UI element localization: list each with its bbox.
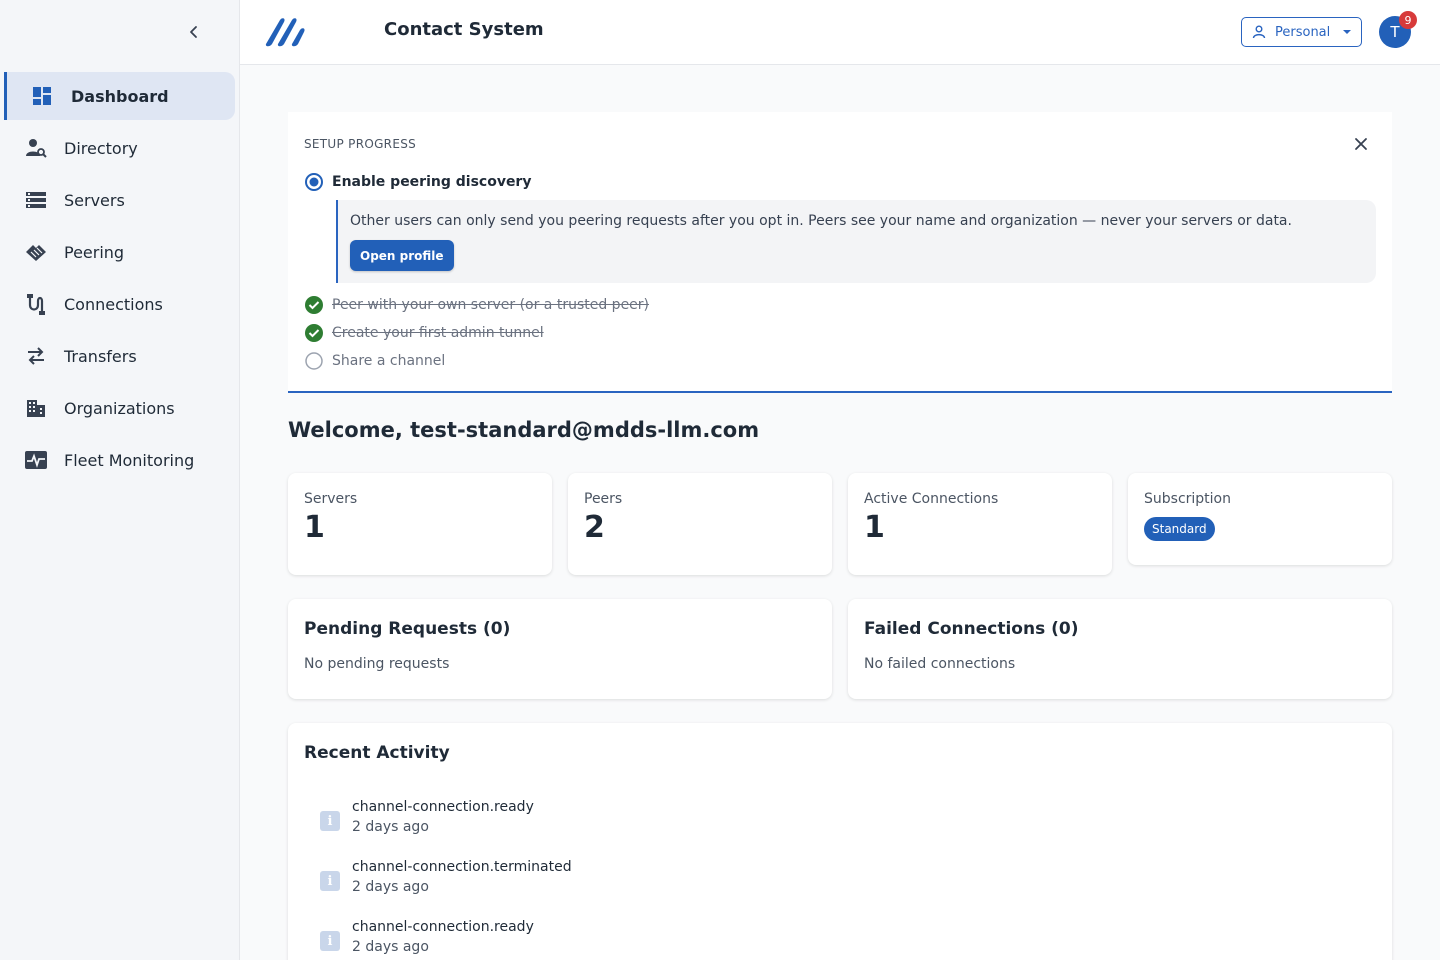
activity-name: channel-connection.ready: [352, 919, 534, 935]
stat-label: Subscription: [1144, 491, 1231, 507]
collapse-sidebar-button[interactable]: [182, 20, 206, 44]
sidebar-item-peering[interactable]: Peering: [4, 228, 235, 276]
stat-card-active-connections: Active Connections 1: [848, 473, 1112, 575]
sidebar-item-label: Directory: [64, 138, 138, 158]
setup-step-current[interactable]: Enable peering discovery: [304, 172, 531, 192]
failed-connections-empty: No failed connections: [864, 656, 1016, 672]
connections-icon: [24, 292, 48, 316]
setup-progress-label: SETUP PROGRESS: [304, 137, 417, 151]
pending-requests-empty: No pending requests: [304, 656, 450, 672]
sidebar-nav: Dashboard Directory Servers Peering Conn…: [0, 72, 240, 488]
peering-icon: [24, 240, 48, 264]
workspace-selector[interactable]: Personal: [1241, 17, 1362, 47]
setup-step-done[interactable]: Peer with your own server (or a trusted …: [304, 295, 649, 315]
activity-time: 2 days ago: [352, 939, 429, 955]
chevron-left-icon: [190, 26, 197, 38]
stat-value: 2: [584, 510, 605, 545]
sidebar: Dashboard Directory Servers Peering Conn…: [0, 0, 240, 960]
info-icon: i: [320, 931, 340, 951]
info-icon: i: [320, 871, 340, 891]
activity-name: channel-connection.terminated: [352, 859, 572, 875]
recent-activity-card: Recent Activity i channel-connection.rea…: [288, 723, 1392, 960]
person-search-icon: [24, 136, 48, 160]
welcome-heading: Welcome, test-standard@mdds-llm.com: [288, 418, 760, 442]
recent-activity-title: Recent Activity: [304, 743, 450, 763]
sidebar-item-fleet-monitoring[interactable]: Fleet Monitoring: [4, 436, 235, 484]
sidebar-item-label: Connections: [64, 294, 163, 314]
sidebar-item-directory[interactable]: Directory: [4, 124, 235, 172]
failed-connections-card: Failed Connections (0) No failed connect…: [848, 599, 1392, 699]
app-logo[interactable]: [262, 14, 306, 50]
sidebar-item-label: Organizations: [64, 398, 175, 418]
close-setup-button[interactable]: [1351, 134, 1371, 154]
activity-time: 2 days ago: [352, 879, 429, 895]
setup-step-label: Peer with your own server (or a trusted …: [332, 297, 650, 313]
app-title: Contact System: [384, 19, 544, 40]
sidebar-item-dashboard[interactable]: Dashboard: [4, 72, 235, 120]
stat-label: Servers: [304, 491, 358, 507]
stat-card-subscription: Subscription Standard: [1128, 473, 1392, 565]
setup-step-label: Share a channel: [332, 353, 446, 369]
activity-item: i channel-connection.ready 2 days ago: [320, 799, 920, 843]
stat-card-peers: Peers 2: [568, 473, 832, 575]
info-icon: i: [320, 811, 340, 831]
sidebar-item-label: Dashboard: [71, 86, 169, 106]
activity-item: i channel-connection.terminated 2 days a…: [320, 859, 920, 903]
pending-requests-title: Pending Requests (0): [304, 619, 511, 639]
setup-step-todo[interactable]: Share a channel: [304, 351, 445, 371]
stat-value: 1: [864, 510, 885, 545]
person-icon: [1252, 25, 1266, 39]
setup-step-done[interactable]: Create your first admin tunnel: [304, 323, 544, 343]
transfer-arrows-icon: [24, 344, 48, 368]
activity-name: channel-connection.ready: [352, 799, 534, 815]
top-header: Contact System Personal T 9: [240, 0, 1440, 65]
stat-label: Peers: [584, 491, 623, 507]
monitoring-icon: [24, 448, 48, 472]
building-icon: [24, 396, 48, 420]
activity-item: i channel-connection.ready 2 days ago: [320, 919, 920, 960]
workspace-label: Personal: [1275, 24, 1331, 40]
activity-time: 2 days ago: [352, 819, 429, 835]
dashboard-icon: [30, 84, 54, 108]
sidebar-item-label: Servers: [64, 190, 125, 210]
stat-card-servers: Servers 1: [288, 473, 552, 575]
sidebar-item-transfers[interactable]: Transfers: [4, 332, 235, 380]
sidebar-item-label: Transfers: [64, 346, 137, 366]
setup-help-text: Other users can only send you peering re…: [350, 213, 1292, 229]
check-circle-icon: [304, 323, 324, 343]
open-profile-button[interactable]: Open profile: [350, 240, 454, 271]
caret-down-icon: [1343, 30, 1352, 34]
setup-step-label: Enable peering discovery: [332, 174, 532, 190]
sidebar-item-label: Peering: [64, 242, 125, 262]
sidebar-item-organizations[interactable]: Organizations: [4, 384, 235, 432]
stat-value: 1: [304, 510, 325, 545]
radio-selected-icon: [304, 172, 324, 192]
stat-label: Active Connections: [864, 491, 999, 507]
notification-badge: 9: [1399, 11, 1417, 29]
sidebar-item-connections[interactable]: Connections: [4, 280, 235, 328]
setup-step-help: Other users can only send you peering re…: [336, 200, 1376, 283]
setup-progress-card: SETUP PROGRESS Enable peering discovery …: [288, 112, 1392, 393]
check-circle-icon: [304, 295, 324, 315]
server-list-icon: [24, 188, 48, 212]
setup-step-label: Create your first admin tunnel: [332, 325, 544, 341]
close-icon: [1355, 138, 1367, 150]
sidebar-item-servers[interactable]: Servers: [4, 176, 235, 224]
pending-requests-card: Pending Requests (0) No pending requests: [288, 599, 832, 699]
sidebar-item-label: Fleet Monitoring: [64, 450, 195, 470]
failed-connections-title: Failed Connections (0): [864, 619, 1079, 639]
radio-empty-icon: [304, 351, 324, 371]
subscription-badge: Standard: [1144, 517, 1215, 541]
